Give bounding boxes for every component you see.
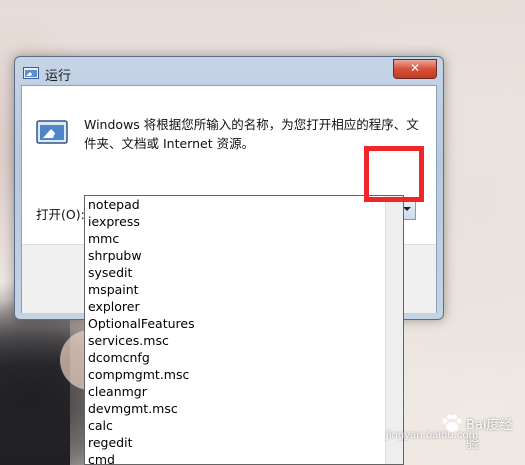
dropdown-item[interactable]: compmgmt.msc xyxy=(85,366,403,383)
dropdown-item[interactable]: OptionalFeatures xyxy=(85,315,403,332)
run-icon xyxy=(23,67,39,79)
dropdown-item[interactable]: iexpress xyxy=(85,213,403,230)
dropdown-item[interactable]: regedit xyxy=(85,434,403,451)
dialog-title: 运行 xyxy=(45,69,72,84)
open-label: 打开(O): xyxy=(36,207,85,222)
watermark-url: jingyan.baidu.com xyxy=(386,430,479,441)
history-dropdown[interactable]: notepad iexpress mmc shrpubw sysedit mspaint e… xyxy=(84,195,404,465)
run-icon xyxy=(36,120,68,144)
dropdown-item[interactable]: calc xyxy=(85,417,403,434)
dropdown-item[interactable]: devmgmt.msc xyxy=(85,400,403,417)
dropdown-item[interactable]: mmc xyxy=(85,230,403,247)
dropdown-item[interactable]: shrpubw xyxy=(85,247,403,264)
close-icon: ✕ xyxy=(409,61,421,75)
history-list: notepad iexpress mmc shrpubw sysedit mspaint e… xyxy=(85,196,403,464)
dropdown-item[interactable]: explorer xyxy=(85,298,403,315)
dropdown-item[interactable]: services.msc xyxy=(85,332,403,349)
close-button[interactable]: ✕ xyxy=(393,59,437,79)
dropdown-item[interactable]: cmd xyxy=(85,451,403,464)
dropdown-arrow-highlight xyxy=(364,146,424,202)
dropdown-item[interactable]: mspaint xyxy=(85,281,403,298)
title-bar[interactable]: 运行 ✕ xyxy=(15,57,443,87)
dropdown-item[interactable]: notepad xyxy=(85,196,403,213)
dropdown-item[interactable]: sysedit xyxy=(85,264,403,281)
dropdown-item[interactable]: cleanmgr xyxy=(85,383,403,400)
dropdown-item[interactable]: dcomcnfg xyxy=(85,349,403,366)
background-dark-region xyxy=(0,300,70,465)
watermark: Bai度经验 jingyan.baidu.com xyxy=(380,410,520,452)
